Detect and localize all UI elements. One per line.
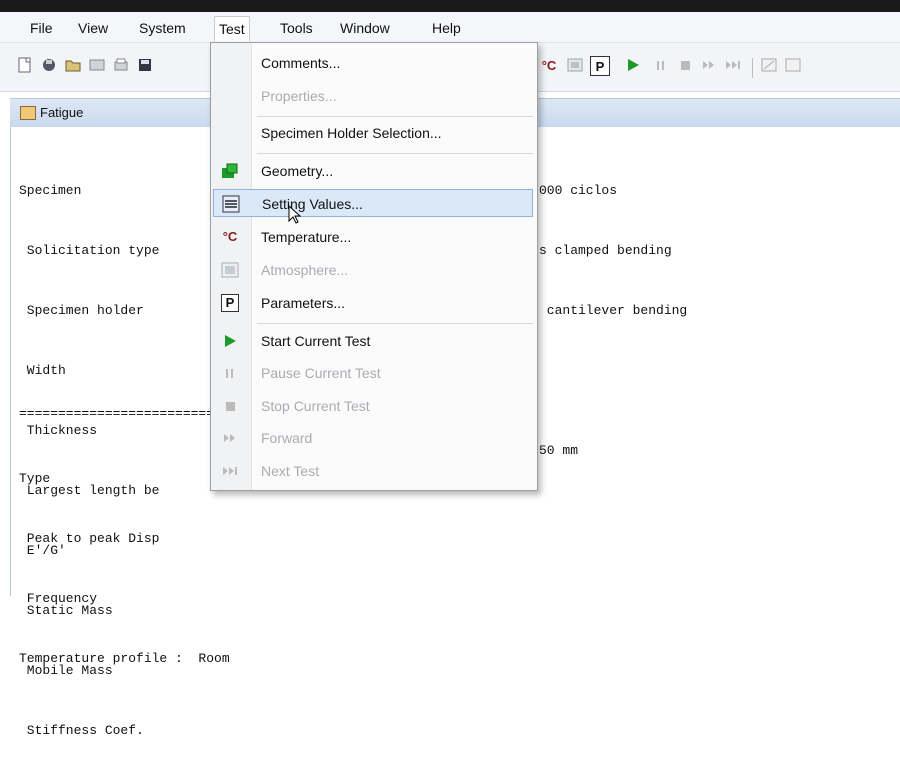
report-line: Specimen <box>19 183 82 198</box>
stop-icon[interactable] <box>676 56 694 74</box>
menu-item-label: Setting Values... <box>262 196 363 212</box>
menu-item-temperature[interactable]: °C Temperature... <box>213 223 533 251</box>
menu-item-comments[interactable]: Comments... <box>213 49 533 77</box>
menu-test[interactable]: Test <box>214 16 250 41</box>
report-value: cantilever bending <box>539 303 688 318</box>
menu-item-specimen-holder-selection[interactable]: Specimen Holder Selection... <box>213 119 533 147</box>
menu-item-setting-values[interactable]: Setting Values... <box>213 189 533 217</box>
menu-item-label: Comments... <box>261 55 341 71</box>
print-icon[interactable] <box>112 56 130 74</box>
parameters-icon: P <box>221 294 239 312</box>
chart-icon[interactable] <box>760 56 778 74</box>
report-separator: ========================== <box>19 406 222 421</box>
report-line: Temperature profile : Room <box>19 651 230 666</box>
temperature-icon: °C <box>222 229 238 244</box>
menu-system[interactable]: System <box>135 18 190 38</box>
save-icon[interactable] <box>136 56 154 74</box>
pause-icon <box>221 364 239 382</box>
folder-icon[interactable] <box>64 56 82 74</box>
setting-values-icon <box>222 195 240 213</box>
report-value: 50 mm <box>539 443 579 458</box>
menu-item-atmosphere[interactable]: Atmosphere... <box>213 256 533 284</box>
menu-view[interactable]: View <box>74 18 112 38</box>
new-icon[interactable] <box>16 56 34 74</box>
fatigue-window-icon <box>20 106 36 120</box>
next-icon[interactable] <box>724 56 742 74</box>
menu-item-label: Pause Current Test <box>261 365 381 381</box>
stop-icon <box>221 397 239 415</box>
forward-icon[interactable] <box>700 56 718 74</box>
report-line: Peak to peak Disp <box>19 531 160 546</box>
menu-item-parameters[interactable]: P Parameters... <box>213 289 533 317</box>
geometry-icon <box>221 162 239 180</box>
menu-separator <box>257 153 533 154</box>
atmosphere-icon <box>221 261 239 279</box>
forward-icon <box>221 429 239 447</box>
menu-bar: File View System Test Tools Window Help <box>0 12 900 43</box>
menu-help[interactable]: Help <box>428 18 465 38</box>
report-line: Width <box>19 363 66 378</box>
menu-item-label: Forward <box>261 430 313 446</box>
menu-item-label: Properties... <box>261 88 337 104</box>
child-window-title: Fatigue <box>40 105 84 120</box>
menu-separator <box>257 116 533 117</box>
next-icon <box>221 462 239 480</box>
report-value: 000 ciclos <box>539 183 618 198</box>
atmosphere-icon[interactable] <box>566 56 584 74</box>
report-line: Specimen holder <box>19 303 144 318</box>
menu-item-label: Start Current Test <box>261 333 371 349</box>
menu-item-properties[interactable]: Properties... <box>213 82 533 110</box>
menu-item-label: Geometry... <box>261 163 334 179</box>
report-line: Type <box>19 471 51 486</box>
menu-item-geometry[interactable]: Geometry... <box>213 157 533 185</box>
window-top-edge <box>0 0 900 12</box>
report-line: Stiffness Coef. <box>19 723 144 738</box>
menu-item-label: Next Test <box>261 463 320 479</box>
report-line: Solicitation type <box>19 243 160 258</box>
menu-item-label: Specimen Holder Selection... <box>261 125 442 141</box>
open-icon[interactable] <box>40 56 58 74</box>
menu-item-label: Temperature... <box>261 229 352 245</box>
temperature-label: °C <box>541 57 557 73</box>
play-icon <box>221 332 239 350</box>
toolbar-separator <box>752 58 753 78</box>
mouse-cursor-icon <box>288 204 302 228</box>
pause-icon[interactable] <box>652 56 670 74</box>
test-menu-dropdown: Comments... Properties... Specimen Holde… <box>210 42 538 491</box>
menu-tools[interactable]: Tools <box>276 18 317 38</box>
menu-file[interactable]: File <box>26 18 57 38</box>
menu-item-label: Atmosphere... <box>261 262 349 278</box>
play-icon[interactable] <box>624 56 642 74</box>
menu-item-stop-current-test[interactable]: Stop Current Test <box>213 392 533 420</box>
menu-item-forward[interactable]: Forward <box>213 424 533 452</box>
report-lower: Type Peak to peak Disp Frequency Tempera… <box>19 429 230 709</box>
chart2-icon[interactable] <box>784 56 802 74</box>
menu-separator <box>257 323 533 324</box>
menu-item-label: Stop Current Test <box>261 398 370 414</box>
report-values: 000 ciclos s clamped bending cantilever … <box>539 141 687 501</box>
report-value: s clamped bending <box>539 243 672 258</box>
menu-item-next-test[interactable]: Next Test <box>213 457 533 485</box>
parameters-label: P <box>595 58 605 74</box>
menu-window[interactable]: Window <box>336 18 394 38</box>
menu-item-start-current-test[interactable]: Start Current Test <box>213 327 533 355</box>
save-all-icon[interactable] <box>88 56 106 74</box>
report-line: Frequency <box>19 591 98 606</box>
temperature-icon[interactable]: °C <box>540 56 558 74</box>
parameters-icon[interactable]: P <box>590 56 610 76</box>
menu-item-pause-current-test[interactable]: Pause Current Test <box>213 359 533 387</box>
menu-item-label: Parameters... <box>261 295 346 311</box>
